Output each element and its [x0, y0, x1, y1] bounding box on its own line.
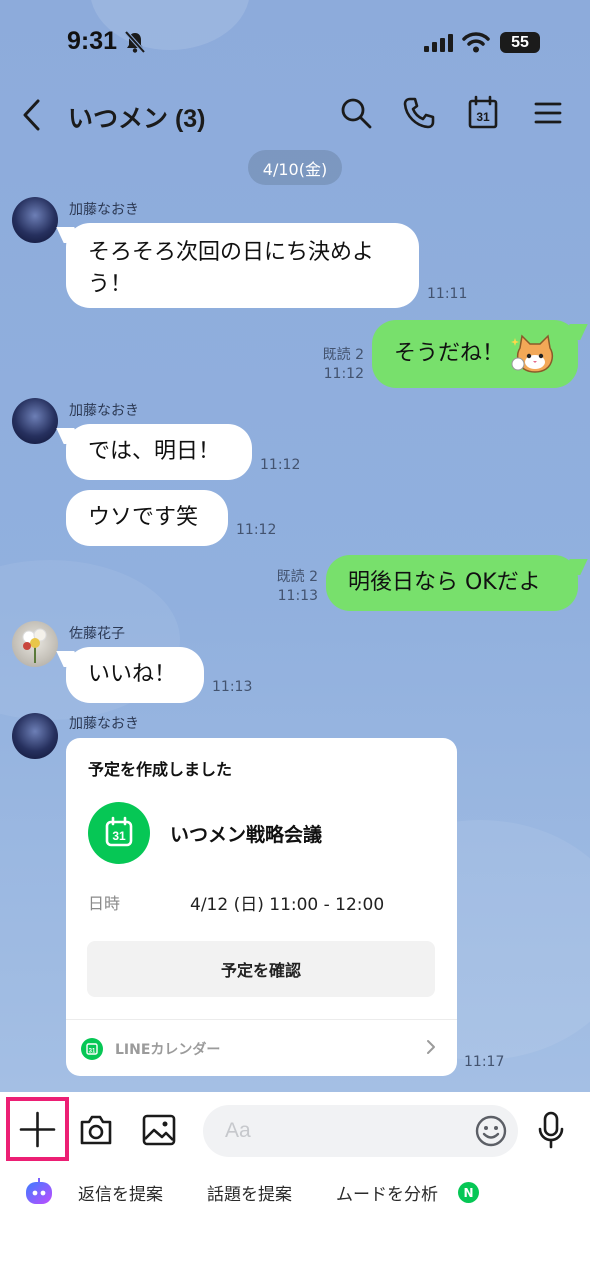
avatar[interactable] [12, 621, 58, 667]
avatar[interactable] [12, 713, 58, 759]
chevron-right-icon [427, 1040, 435, 1054]
line-calendar-label: LINEカレンダー [115, 1042, 221, 1058]
ai-assistant-icon[interactable] [24, 1178, 54, 1206]
calendar-icon-day: 31 [476, 110, 490, 124]
message-time: 11:11 [427, 286, 468, 302]
confirm-event-button[interactable]: 予定を確認 [87, 941, 435, 997]
message-bubble[interactable]: そろそろ次回の日にち決めよ う！ [66, 223, 419, 308]
message-time: 11:12 [323, 366, 364, 382]
back-chevron-icon[interactable] [20, 98, 46, 132]
battery-indicator: 55 [500, 32, 540, 53]
event-calendar-icon: 31 [88, 802, 150, 864]
status-time: 9:31 [67, 27, 118, 55]
message-bubble[interactable]: 明後日なら OKだよ [326, 555, 578, 611]
plus-icon [19, 1111, 56, 1148]
card-title: 予定を作成しました [88, 760, 233, 779]
message-text-line: う！ [88, 272, 133, 297]
camera-icon[interactable] [78, 1113, 114, 1147]
event-icon-day: 31 [112, 829, 126, 843]
read-receipt: 既読 2 [322, 347, 364, 363]
emoji-icon[interactable] [474, 1114, 508, 1148]
message-time: 11:13 [277, 588, 318, 604]
microphone-icon[interactable] [536, 1110, 566, 1150]
wifi-icon [462, 32, 490, 53]
signal-icon [424, 34, 453, 52]
message-text: ウソです笑 [88, 505, 199, 530]
message-text: 明後日なら OKだよ [348, 570, 541, 595]
avatar[interactable] [12, 398, 58, 444]
search-icon[interactable] [338, 95, 374, 131]
message-bubble[interactable]: では、明日！ [66, 424, 252, 480]
footer-icon-day: 31 [89, 1049, 96, 1055]
chat-title: いつメン (3) [68, 105, 206, 133]
sender-name: 加藤なおき [69, 716, 139, 732]
analyze-mood-chip[interactable]: ムードを分析 [336, 1180, 438, 1205]
suggest-topic-chip[interactable]: 話題を提案 [207, 1180, 292, 1205]
bell-off-icon [124, 30, 146, 54]
sender-name: 佐藤花子 [69, 626, 125, 642]
image-icon[interactable] [141, 1113, 177, 1147]
avatar[interactable] [12, 197, 58, 243]
event-name: いつメン戦略会議 [170, 824, 323, 846]
datetime-label: 日時 [88, 894, 121, 913]
message-text: そうだね！ [394, 341, 505, 366]
calendar-icon[interactable]: 31 [465, 95, 501, 131]
flower-bouquet-icon [22, 628, 47, 663]
line-calendar-icon: 31 [81, 1038, 103, 1060]
date-separator: 4/10(金) [248, 150, 342, 185]
message-bubble[interactable]: ウソです笑 [66, 490, 228, 546]
new-badge: N [458, 1182, 479, 1203]
message-text: いいね！ [88, 662, 177, 687]
message-text: では、明日！ [88, 439, 221, 464]
suggest-reply-chip[interactable]: 返信を提案 [78, 1180, 163, 1205]
sender-name: 加藤なおき [69, 202, 139, 218]
calendar-icon: 31 [105, 816, 133, 847]
calendar-event-card[interactable]: 予定を作成しました 31 いつメン戦略会議 日時 4/12 (日) 11:00 … [66, 738, 457, 1076]
read-receipt: 既読 2 [276, 569, 318, 585]
message-time: 11:17 [464, 1054, 505, 1070]
message-time: 11:12 [260, 457, 301, 473]
calendar-icon: 31 [86, 1043, 98, 1055]
menu-icon[interactable] [530, 95, 566, 131]
line-calendar-link[interactable]: 31 LINEカレンダー [66, 1020, 457, 1076]
phone-icon[interactable] [401, 95, 437, 131]
sender-name: 加藤なおき [69, 403, 139, 419]
message-bubble[interactable]: いいね！ [66, 647, 204, 703]
plus-button[interactable] [6, 1097, 69, 1161]
cat-emoji-sticker [511, 334, 554, 373]
message-time: 11:12 [236, 522, 277, 538]
datetime-value: 4/12 (日) 11:00 - 12:00 [190, 895, 385, 915]
message-input[interactable] [203, 1105, 518, 1157]
message-text-line: そろそろ次回の日にち決めよ [88, 240, 375, 265]
message-time: 11:13 [212, 679, 253, 695]
